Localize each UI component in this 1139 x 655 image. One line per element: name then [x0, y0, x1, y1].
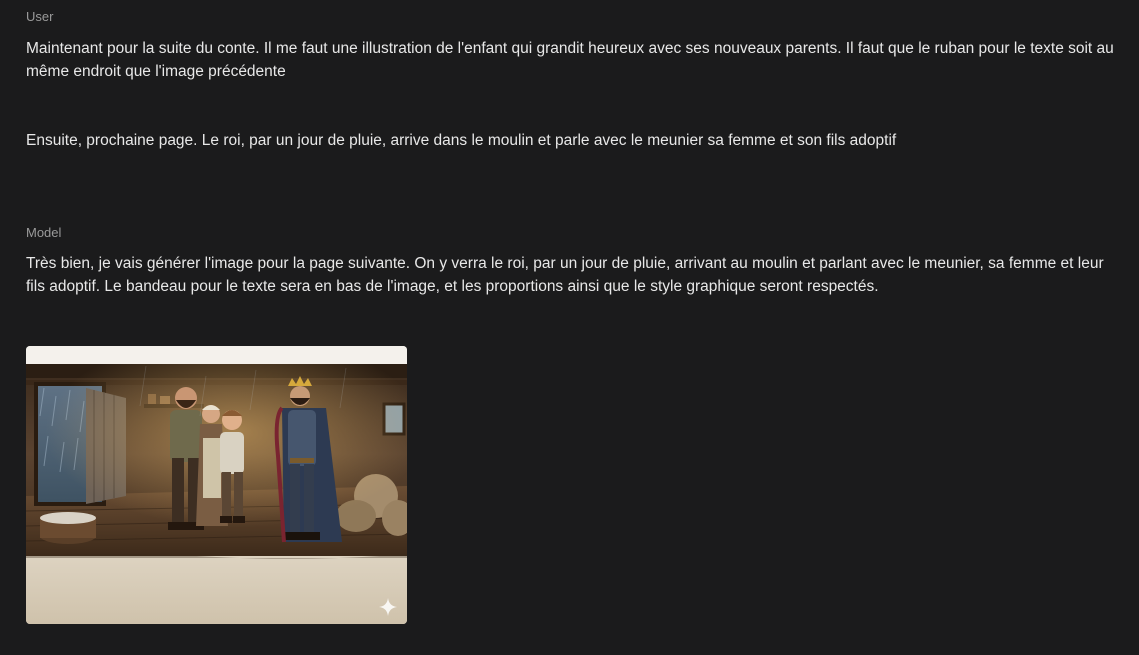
generated-image[interactable] — [26, 346, 407, 624]
user-message-paragraph-1: Maintenant pour la suite du conte. Il me… — [26, 40, 1114, 80]
user-message-paragraph-2: Ensuite, prochaine page. Le roi, par un … — [26, 132, 897, 149]
user-role-label: User — [26, 9, 54, 24]
model-message-paragraph-1: Très bien, je vais générer l'image pour … — [26, 255, 1104, 295]
sparkle-icon — [379, 598, 397, 616]
mill-scene-illustration — [26, 346, 407, 624]
model-role-label: Model — [26, 225, 62, 240]
